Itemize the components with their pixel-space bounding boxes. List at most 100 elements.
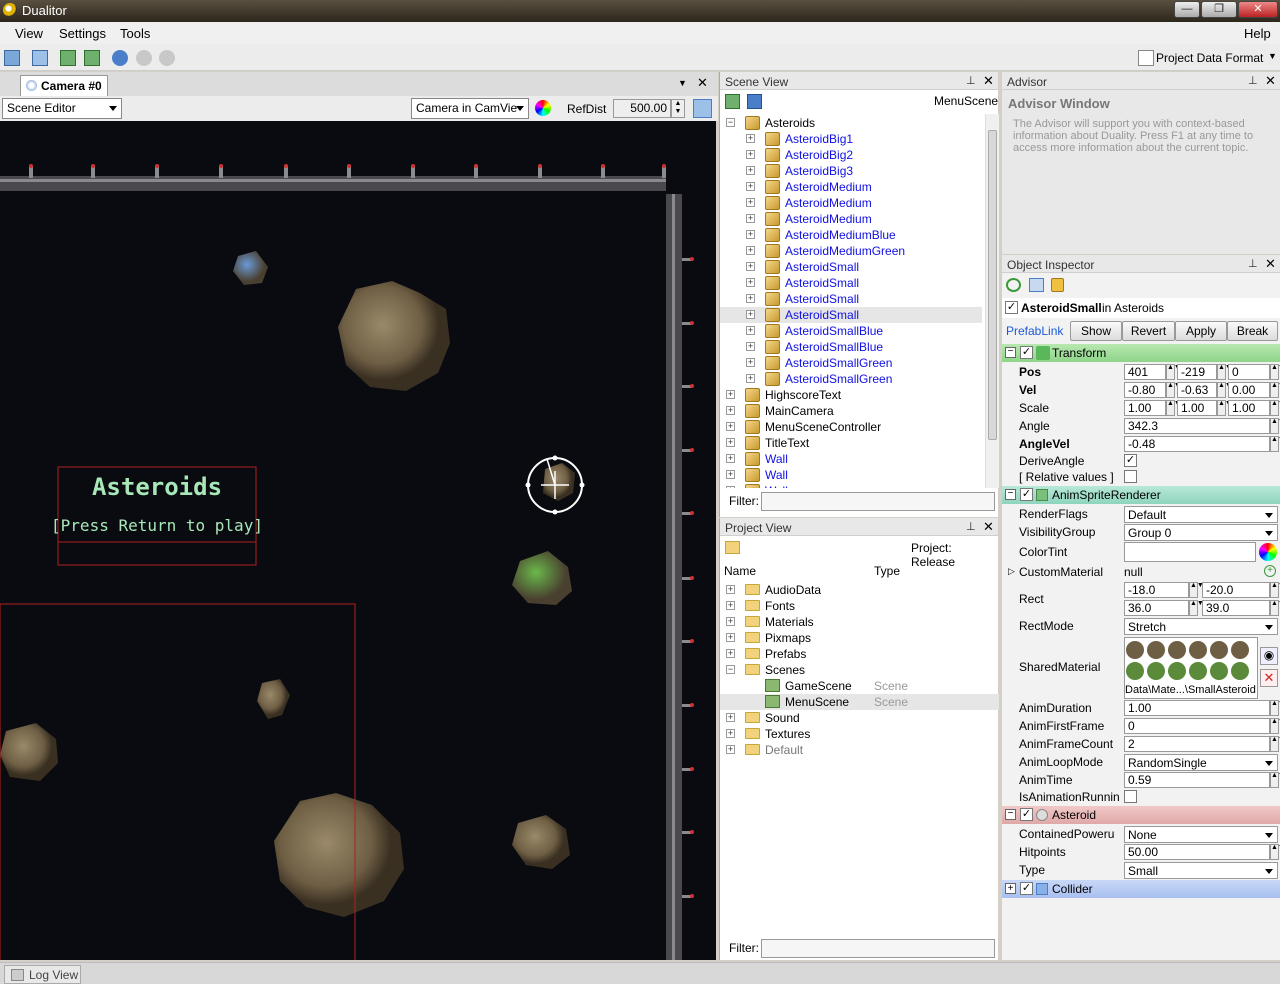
project-folder-item[interactable]: + Prefabs — [720, 646, 999, 662]
expand-icon[interactable]: + — [746, 358, 755, 367]
vel-z-input[interactable]: 0.00 — [1228, 382, 1270, 398]
transform-checkbox[interactable]: ✓ — [1020, 346, 1033, 359]
framecount-input[interactable]: 2 — [1124, 736, 1270, 752]
asteroid-checkbox[interactable]: ✓ — [1020, 808, 1033, 821]
scene-tree-item[interactable]: + Wall — [720, 467, 982, 483]
spinner-icon[interactable]: ▲▼ — [1270, 736, 1280, 752]
new-object-icon[interactable] — [725, 94, 740, 109]
anglevel-input[interactable]: -0.48 — [1124, 436, 1270, 452]
column-name[interactable]: Name — [724, 564, 756, 578]
rect-y-input[interactable]: -20.0 — [1202, 582, 1270, 598]
project-filter-input[interactable] — [761, 939, 995, 958]
spinner-icon[interactable]: ▲▼ — [1166, 382, 1181, 398]
spinner-icon[interactable]: ▲▼ — [1217, 400, 1232, 416]
menu-help[interactable]: Help — [1244, 26, 1271, 41]
spinner-icon[interactable]: ▲▼ — [1270, 400, 1280, 416]
play-icon[interactable] — [112, 50, 128, 66]
collider-checkbox[interactable]: ✓ — [1020, 882, 1033, 895]
refdist-spinner[interactable]: ▲ ▼ — [671, 99, 685, 118]
expand-icon[interactable]: + — [746, 198, 755, 207]
isrunning-checkbox[interactable] — [1124, 790, 1137, 803]
scene-tree-item[interactable]: + MainCamera — [720, 403, 982, 419]
prefab-revert-button[interactable]: Revert — [1122, 321, 1175, 341]
expand-icon[interactable]: + — [726, 486, 735, 488]
project-folder-item[interactable]: + Pixmaps — [720, 630, 999, 646]
scene-tree-item[interactable]: − Asteroids — [720, 115, 982, 131]
save-icon[interactable] — [747, 94, 762, 109]
spinner-icon[interactable]: ▲▼ — [1270, 772, 1280, 788]
scene-filter-input[interactable] — [761, 492, 995, 511]
pos-y-input[interactable]: -219 — [1177, 364, 1217, 380]
scene-tree-item[interactable]: + AsteroidSmallBlue — [720, 323, 982, 339]
animsprite-checkbox[interactable]: ✓ — [1020, 488, 1033, 501]
refdist-input[interactable]: 500.00 — [613, 99, 671, 118]
derive-angle-checkbox[interactable]: ✓ — [1124, 454, 1137, 467]
transform-header[interactable]: − ✓ Transform — [1002, 344, 1280, 362]
spinner-icon[interactable]: ▲▼ — [1270, 844, 1280, 860]
expand-icon[interactable]: + — [726, 745, 735, 754]
scrollbar[interactable] — [985, 114, 999, 488]
expand-icon[interactable]: + — [726, 617, 735, 626]
animduration-input[interactable]: 1.00 — [1124, 700, 1270, 716]
collapse-icon[interactable]: − — [1005, 809, 1016, 820]
pin-icon[interactable]: ⊥ — [966, 520, 976, 533]
close-button[interactable]: ✕ — [1238, 1, 1278, 18]
firstframe-input[interactable]: 0 — [1124, 718, 1270, 734]
project-folder-item[interactable]: − Scenes — [720, 662, 999, 678]
expand-icon[interactable]: + — [726, 585, 735, 594]
type-select[interactable]: Small — [1124, 862, 1278, 879]
asteroid-big[interactable] — [274, 793, 404, 917]
scene-tree-item[interactable]: + AsteroidMediumBlue — [720, 227, 982, 243]
menu-view[interactable]: View — [15, 26, 43, 41]
pin-icon[interactable]: ⊥ — [966, 74, 976, 87]
scene-tree-item[interactable]: + AsteroidSmall — [720, 259, 982, 275]
close-icon[interactable]: ✕ — [1265, 256, 1276, 272]
object-active-checkbox[interactable]: ✓ — [1005, 301, 1018, 314]
project-format-button[interactable]: Project Data Format — [1156, 51, 1263, 65]
sharedmaterial-preview[interactable]: Data\Mate...\SmallAsteroid — [1124, 637, 1258, 699]
pos-z-input[interactable]: 0 — [1228, 364, 1270, 380]
prefablink-label[interactable]: PrefabLink — [1006, 324, 1063, 338]
pin-icon[interactable]: ⊥ — [1248, 74, 1258, 87]
rect-w-input[interactable]: 36.0 — [1124, 600, 1189, 616]
copy-icon[interactable] — [4, 50, 20, 66]
visgroup-select[interactable]: Group 0 — [1124, 524, 1278, 541]
chevron-down-icon[interactable]: ▼ — [1268, 51, 1277, 61]
spinner-icon[interactable]: ▲▼ — [1166, 364, 1181, 380]
relative-values-checkbox[interactable] — [1124, 470, 1137, 483]
prefab-show-button[interactable]: Show — [1070, 321, 1122, 341]
chevron-down-icon[interactable]: ▼ — [678, 78, 687, 88]
copy-icon[interactable] — [1029, 278, 1044, 292]
hitpoints-input[interactable]: 50.00 — [1124, 844, 1270, 860]
expand-icon[interactable]: + — [746, 214, 755, 223]
collapse-icon[interactable]: − — [726, 665, 735, 674]
spinner-icon[interactable]: ▲▼ — [1270, 582, 1280, 598]
scene-tree-item[interactable]: + Wall — [720, 451, 982, 467]
view-icon[interactable]: ◉ — [1260, 647, 1278, 665]
scene-tree-item[interactable]: + AsteroidSmallGreen — [720, 371, 982, 387]
asteroid-medium[interactable] — [0, 723, 58, 781]
selection-gizmo[interactable] — [525, 455, 585, 515]
expand-icon[interactable]: + — [746, 374, 755, 383]
tab-camera[interactable]: Camera #0 — [20, 75, 108, 96]
expand-icon[interactable]: + — [746, 150, 755, 159]
menu-settings[interactable]: Settings — [59, 26, 106, 41]
run-game-icon[interactable] — [60, 50, 76, 66]
close-icon[interactable]: ✕ — [983, 519, 994, 535]
expand-icon[interactable]: + — [746, 342, 755, 351]
add-icon[interactable]: + — [1264, 565, 1276, 577]
expand-icon[interactable]: + — [726, 454, 735, 463]
asteroid-green-medium[interactable] — [512, 551, 572, 605]
expand-icon[interactable]: + — [726, 633, 735, 642]
expand-icon[interactable]: + — [746, 182, 755, 191]
scene-tree-item[interactable]: + AsteroidSmall — [720, 291, 982, 307]
powerup-select[interactable]: None — [1124, 826, 1278, 843]
expand-icon[interactable]: + — [726, 649, 735, 658]
scene-tree-item[interactable]: + AsteroidBig3 — [720, 163, 982, 179]
collapse-icon[interactable]: − — [726, 118, 735, 127]
scene-tree-item[interactable]: + AsteroidSmallGreen — [720, 355, 982, 371]
spinner-icon[interactable]: ▲▼ — [1166, 400, 1181, 416]
asteroid-big[interactable] — [338, 281, 450, 391]
scene-tree-item[interactable]: + AsteroidSmall — [720, 307, 982, 323]
vel-y-input[interactable]: -0.63 — [1177, 382, 1217, 398]
